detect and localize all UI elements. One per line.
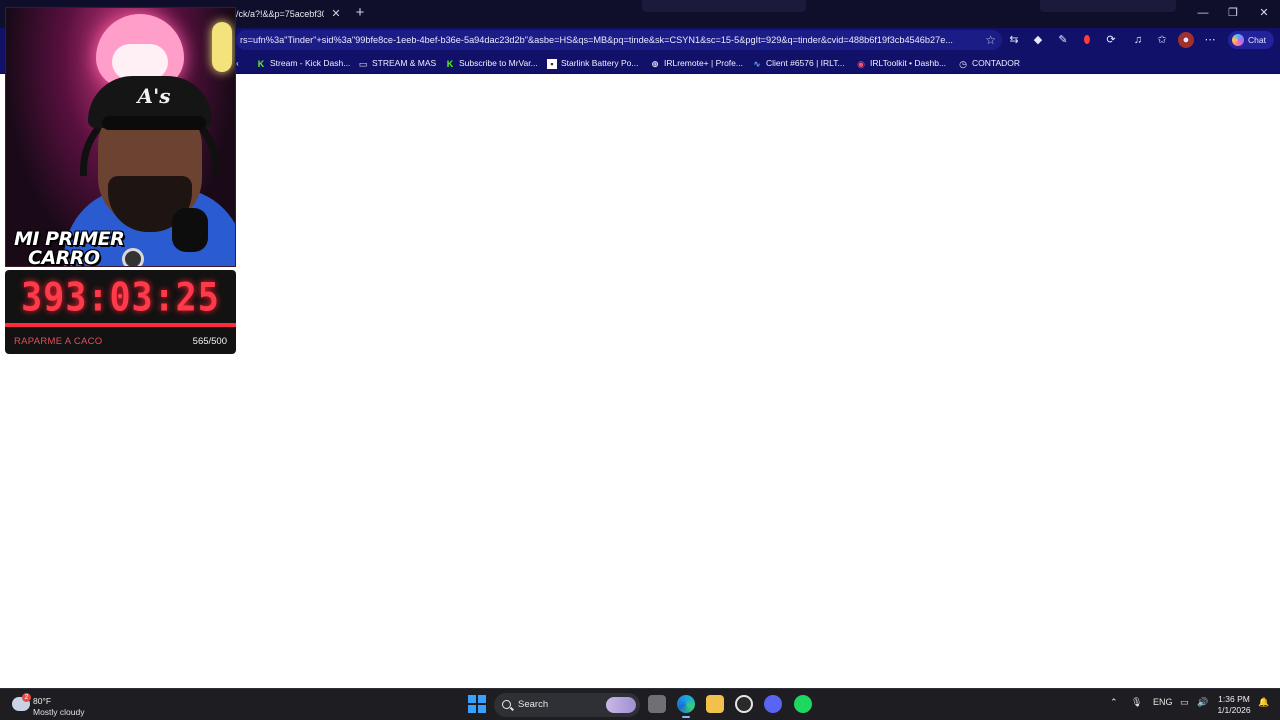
goal-progress-bar [5, 323, 236, 327]
extensions-icon[interactable]: ⟳ [1103, 32, 1119, 48]
bookmark-item[interactable]: K Stream - Kick Dash... [256, 56, 351, 70]
goal-label: RAPARME A CACO [14, 336, 103, 347]
chat-label: Chat [1248, 35, 1266, 45]
bookmark-label: Subscribe to MrVar... [459, 58, 538, 68]
bookmark-item[interactable]: ▭ STREAM & MAS [358, 56, 437, 70]
bookmark-item[interactable]: ∿ Client #6576 | IRLT... [752, 56, 845, 70]
translate-icon[interactable]: ⇆ [1006, 32, 1022, 48]
neon-sign-face [112, 44, 168, 80]
extension-diamond-icon[interactable]: ◆ [1030, 32, 1046, 48]
tab-strip-shadow [642, 0, 806, 12]
page-icon: ▪ [547, 59, 557, 69]
goal-progress-fill [5, 323, 236, 327]
bookmark-overflow-icon[interactable]: ‹ [236, 56, 239, 70]
neon-light [212, 22, 232, 72]
more-menu-icon[interactable]: ⋯ [1202, 32, 1218, 48]
bookmark-item[interactable]: ◷ CONTADOR [958, 56, 1020, 70]
tab-close-icon[interactable]: ✕ [330, 3, 342, 25]
windows-start-icon[interactable] [468, 695, 486, 713]
globe-icon: ⊕ [651, 59, 659, 69]
search-icon [502, 700, 511, 709]
file-explorer-icon[interactable] [706, 695, 724, 713]
tray-overflow-icon[interactable]: ⌃ [1110, 697, 1118, 708]
copilot-chat-button[interactable]: Chat [1228, 31, 1274, 49]
bookmark-label: Client #6576 | IRLT... [766, 58, 845, 68]
favorite-star-icon[interactable]: ☆ [985, 30, 996, 50]
kick-icon: K [446, 59, 454, 69]
favorites-icon[interactable]: ✩ [1154, 32, 1170, 48]
bookmark-label: IRLToolkit • Dashb... [870, 58, 947, 68]
subathon-timer-widget: 393:03:25 RAPARME A CACO 565/500 [5, 270, 236, 354]
obs-icon[interactable] [735, 695, 753, 713]
notification-badge: 2 [22, 693, 31, 702]
countdown-timer: 393:03:25 [21, 275, 220, 321]
notifications-icon[interactable]: 🔔 [1258, 697, 1269, 708]
bookmark-item[interactable]: ◉ IRLToolkit • Dashb... [856, 56, 946, 70]
bookmark-label: STREAM & MAS [372, 58, 437, 68]
spotify-icon[interactable] [794, 695, 812, 713]
extension-red-icon[interactable]: ⬮ [1079, 32, 1095, 48]
discord-icon[interactable] [764, 695, 782, 713]
profile-avatar[interactable]: ● [1178, 32, 1194, 48]
screen: /ck/a?!&&p=75acebf30b ✕ + — ❐ ✕ rs=ufn%3… [0, 0, 1280, 720]
goal-count: 565/500 [192, 336, 227, 347]
kick-icon: K [257, 59, 265, 69]
network-icon[interactable]: ▭ [1180, 697, 1189, 708]
steering-wheel-icon [122, 248, 144, 266]
active-tab[interactable]: /ck/a?!&&p=75acebf30b ✕ [236, 3, 346, 25]
folder-icon: ▭ [358, 59, 368, 69]
bookmark-item[interactable]: ⊕ IRLremote+ | Profe... [650, 56, 743, 70]
bookmark-label: Starlink Battery Po... [561, 58, 639, 68]
taskbar-search[interactable]: Search [494, 693, 640, 717]
goal-title: MI PRIMER CARRO [14, 230, 125, 267]
volume-icon[interactable]: 🔊 [1197, 697, 1208, 708]
copilot-icon [1232, 34, 1244, 46]
irltoolkit-icon: ◉ [857, 59, 865, 69]
language-indicator[interactable]: ENG [1153, 697, 1173, 707]
tab-title: /ck/a?!&&p=75acebf30b [236, 9, 324, 19]
bookmark-item[interactable]: K Subscribe to MrVar... [445, 56, 538, 70]
search-label: Search [518, 699, 549, 710]
weather-description: Mostly cloudy [33, 707, 85, 717]
clock-icon: ◷ [959, 59, 967, 69]
clock-time: 1:36 PM [1218, 694, 1250, 704]
pen-icon[interactable]: ✎ [1055, 32, 1071, 48]
bookmark-label: Stream - Kick Dash... [270, 58, 351, 68]
clock-date: 1/1/2026 [1217, 705, 1251, 715]
microphone-icon [172, 208, 208, 252]
search-highlight-art [606, 697, 636, 713]
minimize-icon[interactable]: — [1192, 4, 1214, 22]
new-tab-icon[interactable]: + [351, 4, 369, 22]
system-clock[interactable]: 1:36 PM 1/1/2026 [1212, 694, 1256, 716]
bookmark-label: CONTADOR [972, 58, 1021, 68]
edge-browser-icon[interactable] [677, 695, 695, 718]
restore-icon[interactable]: ❐ [1222, 4, 1244, 22]
address-bar[interactable]: rs=ufn%3a"Tinder"+sid%3a"99bfe8ce-1eeb-4… [236, 30, 1002, 50]
bookmark-item[interactable]: ▪ Starlink Battery Po... [547, 56, 638, 70]
close-window-icon[interactable]: ✕ [1253, 4, 1275, 22]
webcam-overlay: A's MI PRIMER CARRO [5, 7, 236, 267]
link-icon: ∿ [753, 59, 761, 69]
weather-temperature: 80°F [33, 696, 52, 706]
microphone-tray-icon[interactable]: 🎙 [1131, 697, 1142, 708]
cap-logo: A's [137, 84, 171, 108]
browser-essentials-icon[interactable]: ♫ [1130, 32, 1146, 48]
windows-taskbar: 2 80°F Mostly cloudy Search ⌃ 🎙 ENG ▭ 🔊 … [0, 688, 1280, 720]
bookmark-label: IRLremote+ | Profe... [664, 58, 743, 68]
goal-title-line2: CARRO [28, 247, 100, 267]
cap-brim [102, 116, 206, 130]
task-view-icon[interactable] [648, 695, 666, 713]
tab-strip-shadow [1040, 0, 1176, 12]
address-url: rs=ufn%3a"Tinder"+sid%3a"99bfe8ce-1eeb-4… [240, 35, 953, 45]
